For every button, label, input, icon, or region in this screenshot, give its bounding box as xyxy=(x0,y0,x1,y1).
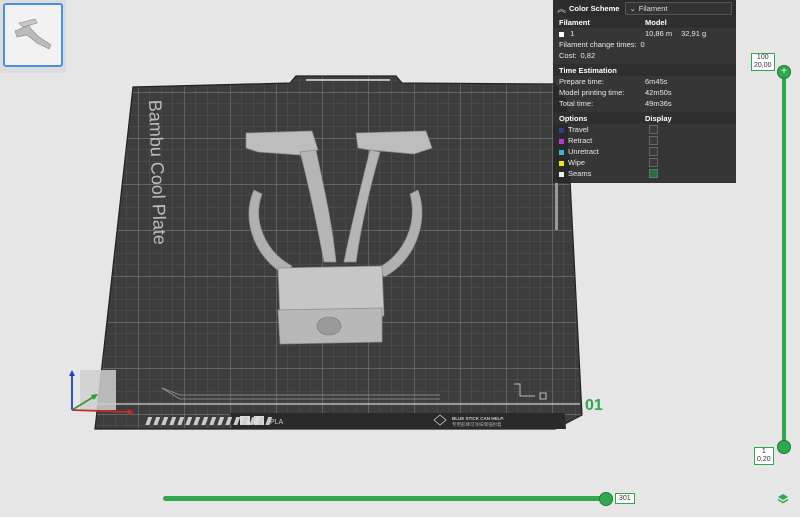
travel-swatch xyxy=(559,127,564,133)
cost-row: Cost: 0,82 xyxy=(553,50,736,61)
wipe-swatch xyxy=(559,160,564,166)
layer-slider-bottom-handle[interactable] xyxy=(777,440,791,454)
filament-swatch xyxy=(559,31,564,37)
bottom-layer-height: 0,20 xyxy=(757,456,771,463)
gcode-legend-panel: ︽ Color Scheme ⌄ Filament Filament Model… xyxy=(553,0,736,183)
layer-slider-top-label: 100 20,00 xyxy=(751,53,775,71)
col-filament: Filament xyxy=(559,17,590,27)
cost-value: 0,82 xyxy=(580,51,596,60)
filament-length: 10,86 m xyxy=(645,29,673,38)
options-header: Options Display xyxy=(553,112,736,124)
layers-icon[interactable] xyxy=(776,492,790,506)
option-row-retract: Retract xyxy=(553,135,736,146)
seams-swatch xyxy=(559,171,564,177)
layer-slider-top-handle[interactable]: + xyxy=(777,65,791,79)
filament-index: 1 xyxy=(570,29,575,38)
plus-icon: + xyxy=(781,66,787,77)
col-model: Model xyxy=(645,17,667,27)
bottom-layer-number: 1 xyxy=(761,448,766,455)
seams-display-checkbox[interactable] xyxy=(649,169,658,178)
filament-change-row: Filament change times: 0 xyxy=(553,39,736,50)
color-scheme-select[interactable]: ⌄ Filament xyxy=(625,1,732,15)
move-slider-handle[interactable] xyxy=(599,492,613,506)
color-scheme-title: Color Scheme xyxy=(569,3,620,13)
option-row-unretract: Unretract xyxy=(553,146,736,157)
unretract-display-checkbox[interactable] xyxy=(649,147,658,156)
chevron-down-icon: ⌄ xyxy=(629,3,636,13)
option-label-travel: Travel xyxy=(568,125,589,134)
retract-swatch xyxy=(559,138,564,144)
build-plate xyxy=(80,75,583,430)
layer-slider-track[interactable] xyxy=(782,69,786,447)
prepare-time-row: Prepare time: 6m45s xyxy=(553,76,736,87)
prepare-time-label: Prepare time: xyxy=(559,77,605,86)
col-options: Options xyxy=(559,113,588,123)
model-time-row: Model printing time: 42m50s xyxy=(553,87,736,98)
top-layer-number: 100 xyxy=(756,54,769,61)
time-estimation-header: Time Estimation xyxy=(553,64,736,76)
option-label-seams: Seams xyxy=(568,169,592,178)
filament-row: 1 10,86 m 32,91 g xyxy=(553,28,736,39)
retract-display-checkbox[interactable] xyxy=(649,136,658,145)
option-label-wipe: Wipe xyxy=(568,158,586,167)
option-row-travel: Travel xyxy=(553,124,736,135)
option-row-wipe: Wipe xyxy=(553,157,736,168)
layer-slider-bottom-label: 1 0,20 xyxy=(754,447,774,465)
move-slider-label: 301 xyxy=(615,493,635,504)
plate-note-line2: 专用胶棒可涂抹增强附着 xyxy=(452,421,502,428)
color-scheme-value: Filament xyxy=(638,3,668,13)
model-time-label: Model printing time: xyxy=(559,88,625,97)
travel-display-checkbox[interactable] xyxy=(649,125,658,134)
option-row-seams: Seams xyxy=(553,168,736,179)
collapse-icon[interactable]: ︽ xyxy=(557,2,567,15)
prepare-time-value: 6m45s xyxy=(645,77,668,86)
filament-table-header: Filament Model xyxy=(553,16,736,28)
change-times-label: Filament change times: xyxy=(559,40,637,49)
wipe-display-checkbox[interactable] xyxy=(649,158,658,167)
total-time-row: Total time: 49m36s xyxy=(553,98,736,109)
filament-cell: 1 xyxy=(559,29,645,38)
unretract-swatch xyxy=(559,149,564,155)
time-estimation-title: Time Estimation xyxy=(559,65,617,75)
model-time-value: 42m50s xyxy=(645,88,672,97)
change-times-value: 0 xyxy=(640,40,645,49)
col-display: Display xyxy=(645,113,672,123)
color-scheme-header: ︽ Color Scheme ⌄ Filament xyxy=(553,0,736,16)
plate-material-label: PLA xyxy=(270,419,284,426)
cost-label: Cost: xyxy=(559,51,577,60)
move-slider-track[interactable] xyxy=(163,496,608,501)
plate-number[interactable]: 01 xyxy=(585,397,603,414)
total-time-label: Total time: xyxy=(559,99,594,108)
top-layer-height: 20,00 xyxy=(754,62,772,69)
plate-note-line1: BLUE STICK CAN HELP. xyxy=(452,416,504,421)
total-time-value: 49m36s xyxy=(645,99,672,108)
option-label-unretract: Unretract xyxy=(568,147,599,156)
option-label-retract: Retract xyxy=(568,136,593,145)
filament-weight: 32,91 g xyxy=(681,29,707,38)
